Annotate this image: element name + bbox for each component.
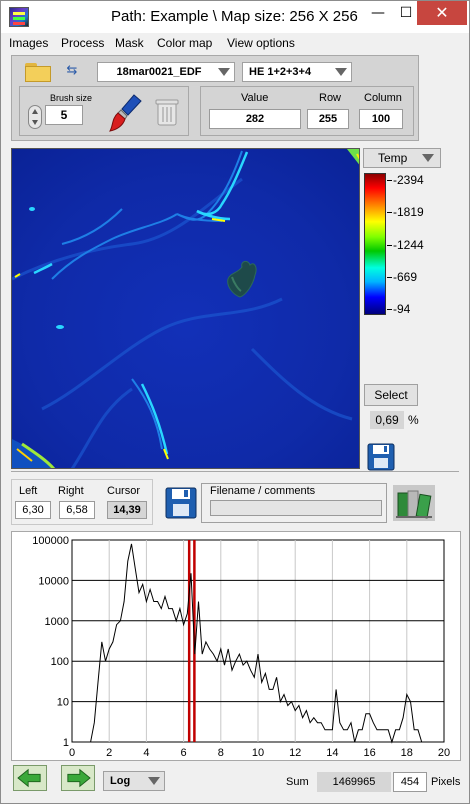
pixel-values-group: Value Row Column 282 255 100: [200, 86, 414, 136]
app-window: Path: Example \ Map size: 256 X 256 — ☐ …: [0, 0, 470, 804]
brush-size-input[interactable]: 5: [45, 105, 83, 125]
brush-size-label: Brush size: [50, 93, 93, 103]
y-tick-label: 1000: [45, 616, 69, 628]
colorbar-tick: [387, 212, 392, 213]
y-tick-label: 100000: [32, 535, 69, 547]
y-tick-label: 10: [57, 697, 69, 709]
x-tick-label: 10: [252, 747, 264, 759]
menu-bar: Images Process Mask Color map View optio…: [1, 33, 469, 55]
arrow-right-icon: [67, 768, 91, 788]
colorbar-label: -1819: [393, 205, 424, 219]
x-tick-label: 8: [218, 747, 224, 759]
right-value-field[interactable]: 6,58: [59, 501, 95, 519]
left-label: Left: [19, 485, 38, 497]
scale-dropdown[interactable]: Log: [103, 771, 165, 791]
file-dropdown[interactable]: 18mar0021_EDF: [97, 62, 235, 82]
arrow-left-icon: [17, 768, 41, 788]
colorbar-label: -669: [393, 270, 418, 284]
colorbar-label-max: -2394: [393, 173, 424, 187]
open-folder-icon[interactable]: [25, 60, 51, 82]
column-label: Column: [364, 92, 402, 104]
value-field: 282: [209, 109, 301, 129]
menu-mask[interactable]: Mask: [115, 36, 144, 50]
chevron-down-icon: [148, 777, 160, 785]
title-bar: Path: Example \ Map size: 256 X 256 — ☐ …: [1, 1, 469, 33]
histogram-panel[interactable]: 0 2 4 6 8 10 12 14 16 18 20 100000 10000 1000 100 10 1: [11, 531, 461, 761]
window-title: Path: Example \ Map size: 256 X 256: [111, 8, 358, 25]
trash-icon[interactable]: [155, 97, 179, 127]
pixels-value: 454: [393, 772, 427, 792]
colormap-dropdown[interactable]: Temp: [363, 148, 441, 168]
column-field: 100: [359, 109, 403, 129]
paint-brush-icon[interactable]: [108, 93, 144, 133]
x-tick-label: 6: [181, 747, 187, 759]
menu-images[interactable]: Images: [9, 36, 48, 50]
histogram-chart[interactable]: 0 2 4 6 8 10 12 14 16 18 20 100000 10000 1000 100 10 1: [12, 532, 462, 762]
filename-group: Filename / comments: [201, 483, 387, 523]
cursor-value: 14,39: [107, 501, 147, 519]
row-label: Row: [319, 92, 342, 104]
section-divider: [11, 471, 459, 472]
left-value-field[interactable]: 6,30: [15, 501, 51, 519]
x-tick-label: 4: [143, 747, 149, 759]
x-tick-label: 16: [363, 747, 375, 759]
save-icon[interactable]: [165, 487, 197, 519]
save-image-icon[interactable]: [367, 443, 395, 471]
refresh-icon[interactable]: ⇆: [62, 61, 82, 81]
brush-group: Brush size 5: [19, 86, 189, 136]
file-dropdown-value: 18mar0021_EDF: [116, 66, 202, 78]
colorbar-tick: [387, 277, 392, 278]
right-label: Right: [58, 485, 84, 497]
chevron-down-icon: [422, 154, 434, 162]
he-dropdown-value: HE 1+2+3+4: [249, 66, 312, 78]
row-field: 255: [307, 109, 349, 129]
colorbar-label-min: -94: [393, 302, 411, 316]
x-tick-label: 18: [401, 747, 413, 759]
percent-unit: %: [408, 413, 419, 427]
close-button[interactable]: ✕: [417, 1, 467, 25]
sum-label: Sum: [286, 776, 309, 788]
colorbar-tick: [387, 309, 392, 310]
previous-button[interactable]: [13, 765, 47, 791]
library-books-icon[interactable]: [393, 485, 435, 521]
x-tick-label: 2: [106, 747, 112, 759]
chevron-down-icon: [335, 68, 347, 76]
menu-process[interactable]: Process: [61, 36, 104, 50]
next-button[interactable]: [61, 765, 95, 791]
y-tick-label: 100: [51, 656, 69, 668]
sum-value: 1469965: [317, 772, 391, 792]
color-scale-bar: [364, 173, 386, 315]
colorbar-tick: [387, 245, 392, 246]
y-tick-label: 1: [63, 737, 69, 749]
thermal-map-image[interactable]: [11, 148, 360, 469]
he-dropdown[interactable]: HE 1+2+3+4: [242, 62, 352, 82]
colorbar-tick: [387, 180, 392, 181]
x-tick-label: 20: [438, 747, 450, 759]
menu-view-options[interactable]: View options: [227, 36, 295, 50]
x-tick-label: 12: [289, 747, 301, 759]
y-tick-label: 10000: [38, 575, 69, 587]
x-tick-label: 0: [69, 747, 75, 759]
cursor-label: Cursor: [107, 485, 141, 497]
toolbar-panel: ⇆ 18mar0021_EDF HE 1+2+3+4 Brush size 5: [11, 55, 419, 141]
menu-color-map[interactable]: Color map: [157, 36, 212, 50]
filename-label: Filename / comments: [210, 485, 316, 497]
x-tick-label: 14: [326, 747, 338, 759]
colormap-dropdown-value: Temp: [378, 151, 408, 165]
filename-input[interactable]: [210, 500, 382, 516]
select-button[interactable]: Select: [364, 384, 418, 406]
percent-value: 0,69: [370, 411, 404, 429]
pixels-label: Pixels: [431, 776, 461, 788]
scale-dropdown-value: Log: [110, 775, 131, 787]
brush-size-stepper[interactable]: [28, 105, 42, 129]
thermal-map[interactable]: [12, 149, 360, 469]
colorbar-label: -1244: [393, 238, 424, 252]
chevron-down-icon: [218, 68, 230, 76]
value-label: Value: [241, 92, 269, 104]
app-icon: [9, 7, 29, 27]
